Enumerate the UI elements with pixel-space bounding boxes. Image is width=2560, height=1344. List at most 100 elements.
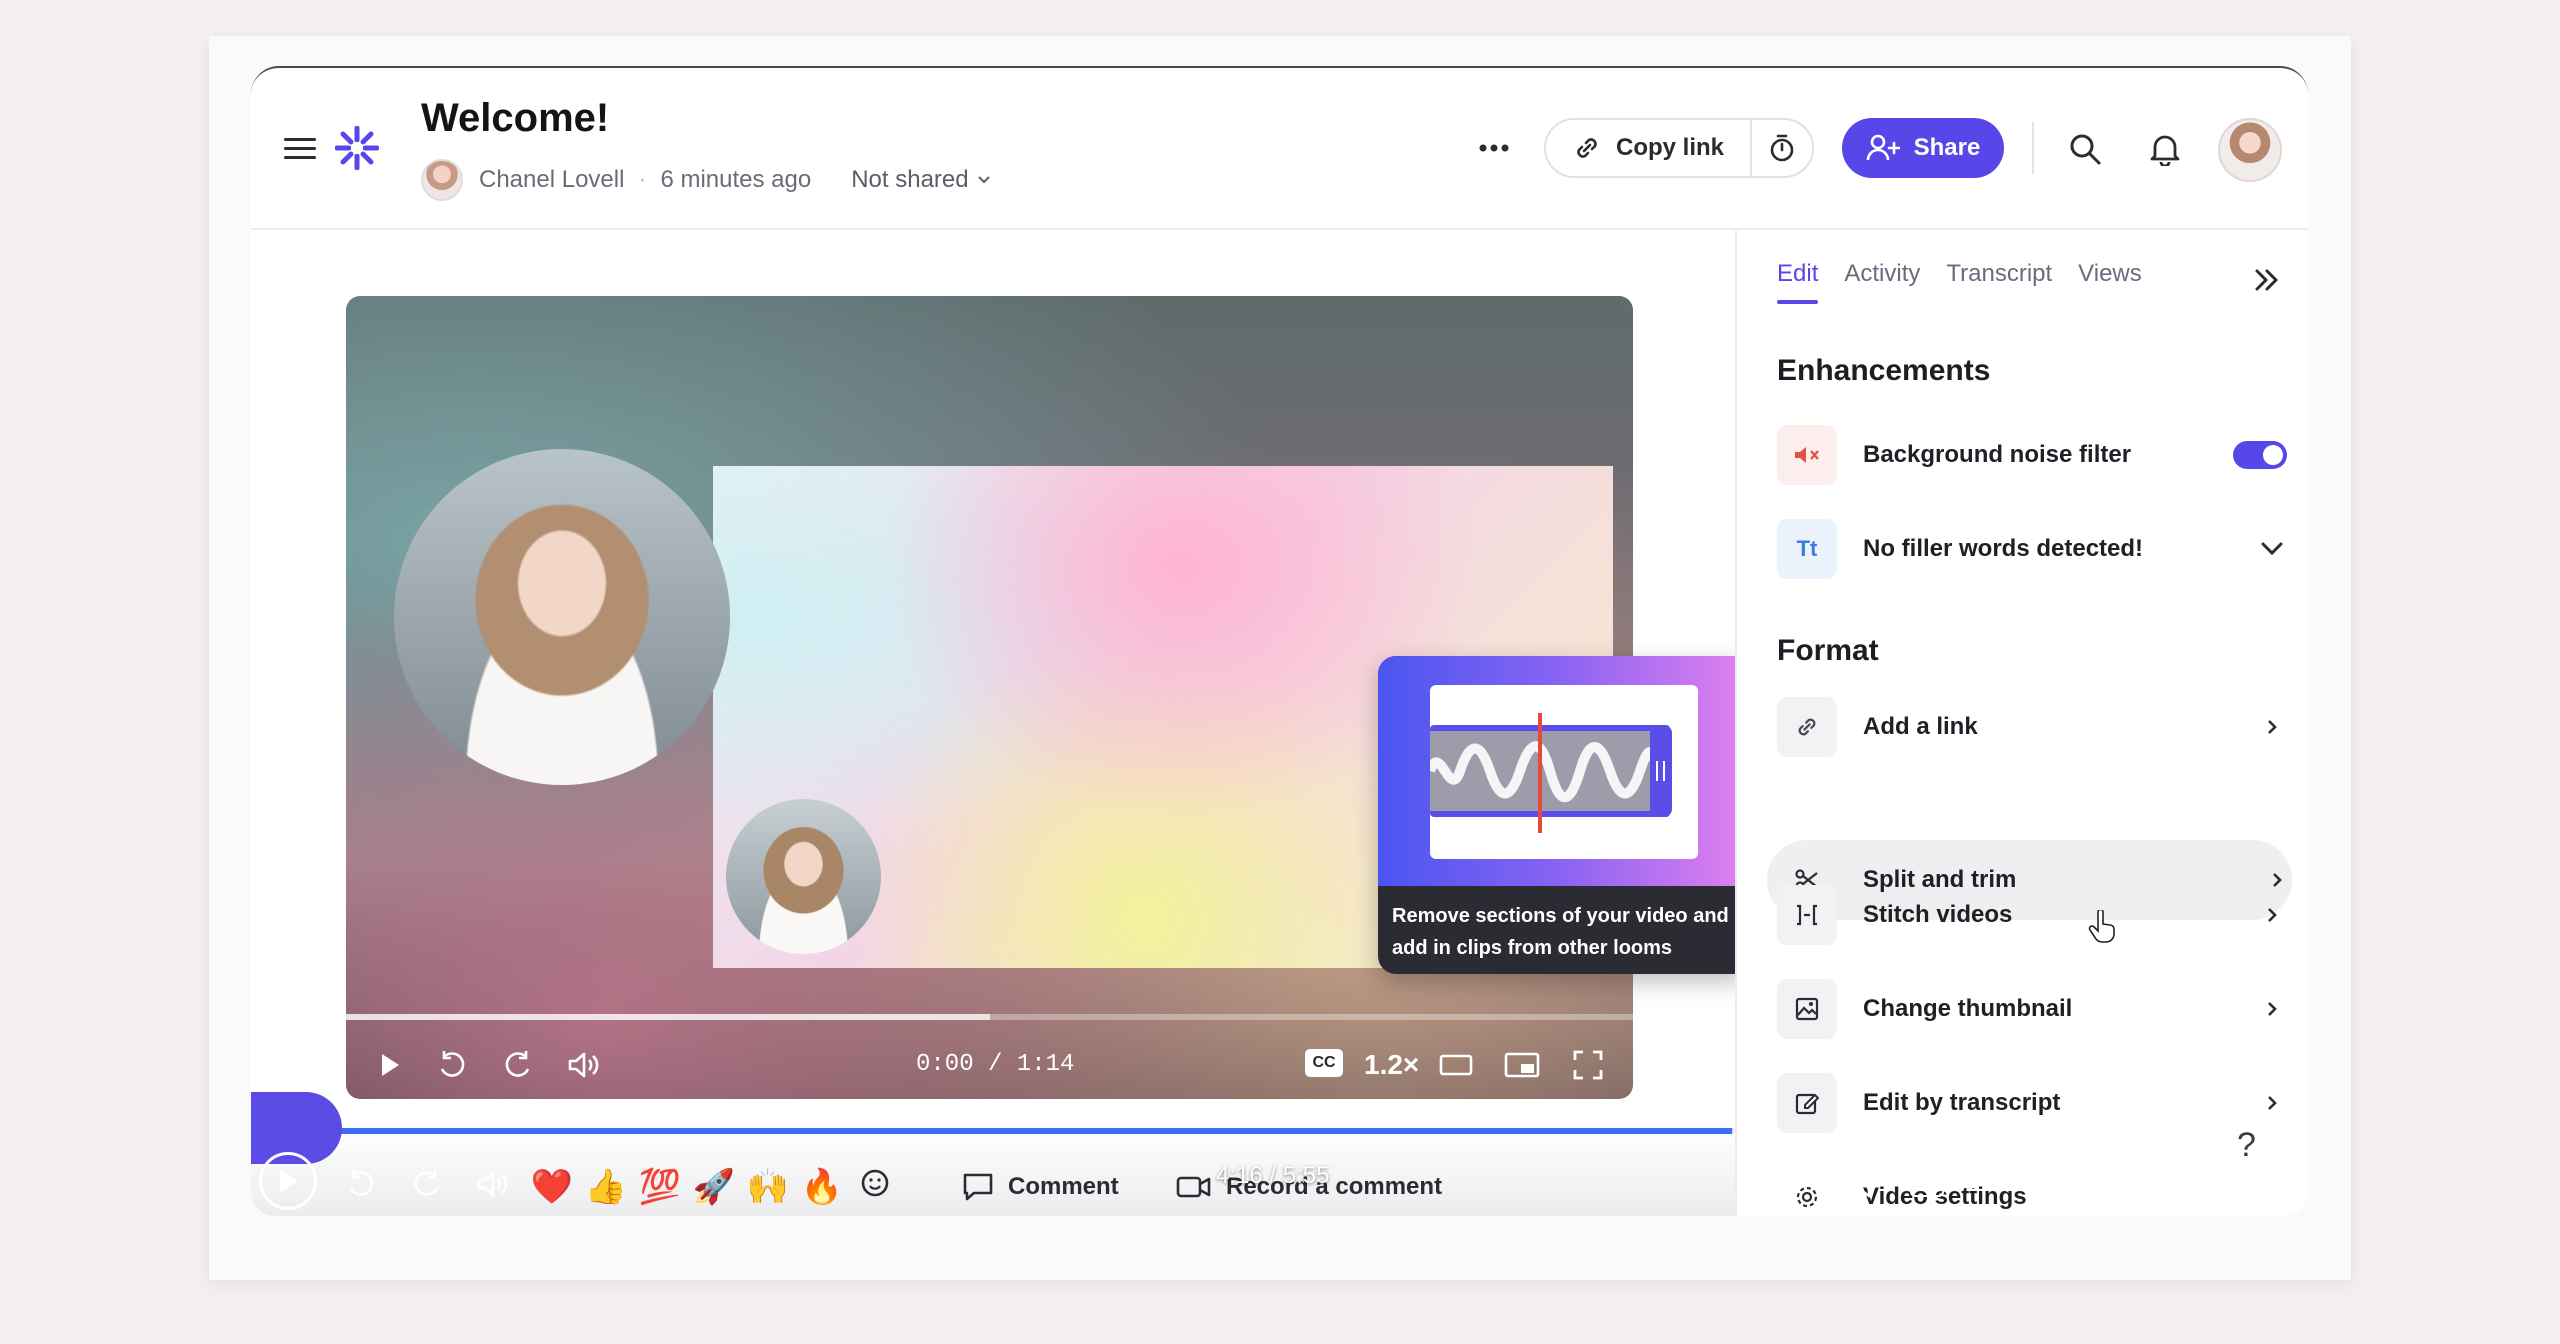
inner-time-display: 0:00 / 1:14 bbox=[916, 1051, 1075, 1078]
volume-icon[interactable] bbox=[562, 1043, 606, 1087]
gear-icon bbox=[1777, 1167, 1837, 1216]
play-icon[interactable] bbox=[368, 1043, 412, 1087]
chevron-right-icon bbox=[2257, 906, 2287, 924]
copy-link-label: Copy link bbox=[1616, 134, 1725, 161]
author-avatar bbox=[421, 159, 463, 201]
sidebar-tabs: Edit Activity Transcript Views bbox=[1777, 260, 2142, 304]
inner-progress-fill bbox=[346, 1014, 990, 1020]
edit-by-transcript-label: Edit by transcript bbox=[1863, 1089, 2061, 1116]
comment-button[interactable]: Comment bbox=[962, 1158, 1119, 1216]
comment-label: Comment bbox=[1008, 1173, 1119, 1200]
edit-icon bbox=[1777, 1073, 1837, 1133]
copy-link-group: Copy link bbox=[1544, 118, 1814, 178]
format-heading: Format bbox=[1777, 634, 1879, 667]
waveform-panel bbox=[1425, 685, 1698, 859]
picture-in-picture-icon[interactable] bbox=[1502, 1045, 1542, 1085]
video-title[interactable]: Welcome! bbox=[421, 96, 609, 141]
mute-icon bbox=[1777, 425, 1837, 485]
help-button[interactable]: ? bbox=[2237, 1126, 2256, 1165]
tab-edit[interactable]: Edit bbox=[1777, 260, 1819, 304]
bookmark-icon[interactable] bbox=[1841, 1162, 1881, 1206]
fullscreen-icon[interactable] bbox=[1568, 1045, 1608, 1085]
background-noise-toggle[interactable] bbox=[2233, 441, 2287, 469]
text-icon: Tt bbox=[1777, 519, 1837, 579]
add-reaction-icon[interactable] bbox=[853, 1166, 899, 1209]
background-noise-row: Background noise filter bbox=[1777, 424, 2287, 486]
outer-fullscreen-icon[interactable] bbox=[2245, 1162, 2289, 1206]
theater-mode-icon[interactable] bbox=[1436, 1045, 1476, 1085]
outer-settings-icon[interactable] bbox=[2043, 1162, 2087, 1206]
chevron-right-icon bbox=[2257, 1000, 2287, 1018]
reaction-bar: ❤️ 👍 💯 🚀 🙌 🔥 bbox=[529, 1158, 899, 1216]
tab-views[interactable]: Views bbox=[2078, 260, 2142, 288]
stitch-videos-label: Stitch videos bbox=[1863, 901, 2013, 928]
chevron-down-icon[interactable] bbox=[2257, 542, 2287, 556]
hand-cursor-icon bbox=[2088, 908, 2118, 949]
change-thumbnail-row[interactable]: Change thumbnail bbox=[1777, 978, 2287, 1040]
tab-transcript[interactable]: Transcript bbox=[1946, 260, 2052, 288]
reaction-heart[interactable]: ❤️ bbox=[529, 1167, 575, 1207]
split-trim-tooltip: Remove sections of your video and add in… bbox=[1378, 656, 1751, 974]
search-icon[interactable] bbox=[2062, 126, 2108, 172]
menu-icon[interactable] bbox=[277, 126, 323, 172]
inner-progress-bar[interactable] bbox=[346, 1014, 1633, 1020]
inner-controls: 0:00 / 1:14 CC 1.2× bbox=[346, 1031, 1633, 1099]
add-people-icon bbox=[1866, 134, 1900, 161]
bell-icon[interactable] bbox=[2142, 126, 2188, 172]
change-thumbnail-label: Change thumbnail bbox=[1863, 995, 2073, 1022]
tooltip-caption: Remove sections of your video and add in… bbox=[1392, 905, 1729, 959]
reaction-raised-hands[interactable]: 🙌 bbox=[745, 1167, 791, 1207]
outer-time-display: 4:16 / 5:55 bbox=[1216, 1162, 1330, 1189]
share-button[interactable]: Share bbox=[1842, 118, 2004, 178]
link-icon bbox=[1777, 697, 1837, 757]
link-icon bbox=[1577, 138, 1597, 158]
outer-theater-icon[interactable] bbox=[2111, 1162, 2155, 1206]
top-bar: Welcome! Chanel Lovell · 6 minutes ago N… bbox=[251, 68, 2308, 230]
outer-play-icon[interactable] bbox=[259, 1152, 317, 1210]
edit-by-transcript-row[interactable]: Edit by transcript bbox=[1777, 1072, 2287, 1134]
stitch-icon bbox=[1777, 885, 1837, 945]
rewind-5-icon[interactable] bbox=[430, 1043, 474, 1087]
camera-bubble bbox=[394, 449, 730, 785]
background-noise-label: Background noise filter bbox=[1863, 441, 2132, 468]
outer-forward-icon[interactable] bbox=[405, 1162, 449, 1206]
copy-link-button[interactable]: Copy link bbox=[1546, 120, 1753, 176]
tab-activity[interactable]: Activity bbox=[1844, 260, 1920, 288]
outer-pip-icon[interactable] bbox=[2177, 1162, 2221, 1206]
loom-logo-icon[interactable] bbox=[333, 124, 381, 172]
chevron-down-icon bbox=[977, 176, 990, 184]
add-link-label: Add a link bbox=[1863, 713, 1978, 740]
stitch-videos-row[interactable]: Stitch videos bbox=[1777, 884, 2287, 946]
outer-captions-button[interactable]: CC bbox=[1907, 1166, 1947, 1202]
reaction-thumbs-up[interactable]: 👍 bbox=[583, 1167, 629, 1207]
edit-sidebar: Edit Activity Transcript Views Enhanceme… bbox=[1735, 230, 2308, 1216]
user-avatar[interactable] bbox=[2218, 118, 2282, 182]
outer-rewind-icon[interactable] bbox=[339, 1162, 383, 1206]
author-name[interactable]: Chanel Lovell bbox=[479, 166, 624, 194]
playback-speed-button[interactable]: 1.2× bbox=[1364, 1045, 1419, 1085]
camera-bubble-small bbox=[726, 799, 881, 954]
reaction-100[interactable]: 💯 bbox=[637, 1167, 683, 1207]
share-label: Share bbox=[1913, 134, 1981, 161]
share-status-dropdown[interactable]: Not shared bbox=[851, 166, 990, 194]
image-icon bbox=[1777, 979, 1837, 1039]
filler-words-row[interactable]: Tt No filler words detected! bbox=[1777, 518, 2287, 580]
reaction-rocket[interactable]: 🚀 bbox=[691, 1167, 737, 1207]
meta-separator: · bbox=[638, 166, 647, 193]
enhancements-heading: Enhancements bbox=[1777, 354, 1991, 387]
more-options-icon[interactable] bbox=[1472, 128, 1516, 168]
collapse-sidebar-icon[interactable] bbox=[2247, 260, 2287, 300]
share-status-label: Not shared bbox=[851, 166, 969, 193]
reaction-fire[interactable]: 🔥 bbox=[799, 1167, 845, 1207]
outer-cc-label: CC bbox=[1910, 1171, 1944, 1197]
outer-volume-icon[interactable] bbox=[471, 1162, 515, 1206]
filler-words-label: No filler words detected! bbox=[1863, 535, 2144, 562]
chevron-right-icon bbox=[2257, 718, 2287, 736]
captions-button[interactable]: CC bbox=[1304, 1047, 1344, 1079]
outer-speed-button[interactable]: 1.2× bbox=[1969, 1166, 2024, 1198]
toolbar-divider bbox=[2032, 122, 2034, 174]
add-link-row[interactable]: Add a link bbox=[1777, 696, 2287, 758]
forward-5-icon[interactable] bbox=[496, 1043, 540, 1087]
waveform-illustration bbox=[1378, 656, 1751, 886]
timestamp-button[interactable] bbox=[1752, 120, 1812, 176]
